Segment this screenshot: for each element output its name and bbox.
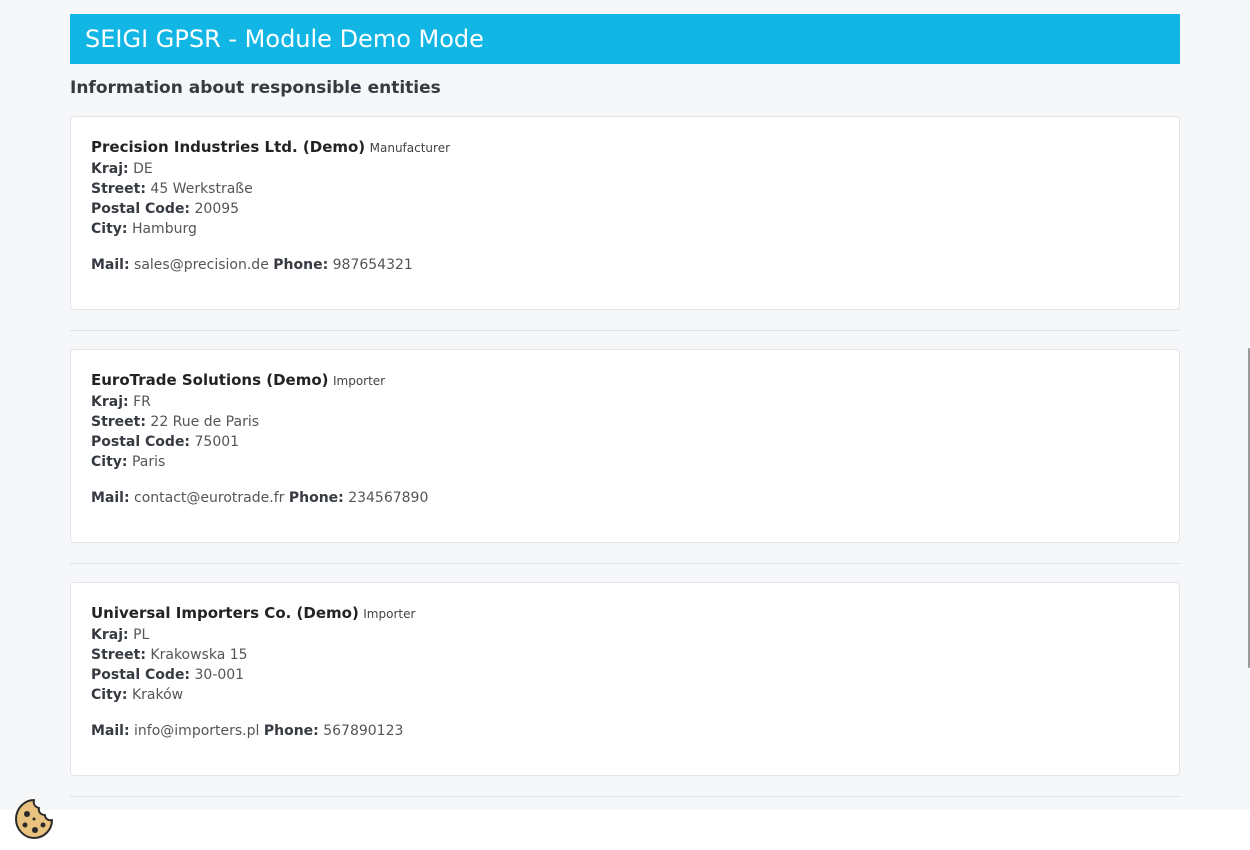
entity-card: Precision Industries Ltd. (Demo) Manufac…: [70, 116, 1180, 310]
country-label: Kraj:: [91, 394, 129, 410]
postal-value: 20095: [194, 201, 240, 217]
mail-value: info@importers.pl: [134, 723, 260, 739]
entity-role: Importer: [363, 607, 416, 621]
entity-card: Universal Importers Co. (Demo) Importer …: [70, 582, 1180, 776]
city-value: Kraków: [131, 687, 184, 703]
phone-label: Phone:: [273, 257, 329, 273]
entity-role: Manufacturer: [369, 141, 451, 155]
country-value: PL: [133, 627, 150, 643]
postal-value: 75001: [194, 434, 240, 450]
postal-value: 30-001: [194, 667, 245, 683]
divider: [70, 330, 1180, 331]
mail-label: Mail:: [91, 257, 130, 273]
city-label: City:: [91, 687, 128, 703]
phone-value: 234567890: [348, 490, 429, 506]
entity-role: Importer: [332, 374, 386, 388]
mail-label: Mail:: [91, 490, 130, 506]
street-label: Street:: [91, 414, 146, 430]
demo-mode-banner: SEIGI GPSR - Module Demo Mode: [70, 14, 1180, 64]
entity-name: Universal Importers Co. (Demo): [91, 604, 359, 622]
mail-label: Mail:: [91, 723, 130, 739]
city-label: City:: [91, 221, 128, 237]
entity-name: EuroTrade Solutions (Demo): [91, 371, 329, 389]
banner-title: SEIGI GPSR - Module Demo Mode: [85, 25, 484, 53]
postal-label: Postal Code:: [91, 434, 191, 450]
country-value: DE: [133, 161, 153, 177]
cookie-settings-button[interactable]: [13, 798, 55, 840]
bottom-bar: [0, 810, 1250, 850]
street-value: 22 Rue de Paris: [150, 414, 260, 430]
street-value: Krakowska 15: [150, 647, 248, 663]
mail-value: sales@precision.de: [134, 257, 269, 273]
street-label: Street:: [91, 181, 146, 197]
postal-label: Postal Code:: [91, 667, 191, 683]
street-label: Street:: [91, 647, 146, 663]
cookie-icon: [15, 799, 53, 839]
city-value: Paris: [131, 454, 166, 470]
mail-value: contact@eurotrade.fr: [134, 490, 285, 506]
entity-card: EuroTrade Solutions (Demo) Importer Kraj…: [70, 349, 1180, 543]
phone-value: 987654321: [332, 257, 413, 273]
country-value: FR: [133, 394, 151, 410]
entity-name: Precision Industries Ltd. (Demo): [91, 138, 366, 156]
city-label: City:: [91, 454, 128, 470]
gpsr-module: SEIGI GPSR - Module Demo Mode Informatio…: [70, 14, 1180, 797]
city-value: Hamburg: [131, 221, 197, 237]
divider: [70, 563, 1180, 564]
country-label: Kraj:: [91, 161, 129, 177]
country-label: Kraj:: [91, 627, 129, 643]
postal-label: Postal Code:: [91, 201, 191, 217]
street-value: 45 Werkstraße: [150, 181, 253, 197]
divider: [70, 796, 1180, 797]
phone-label: Phone:: [263, 723, 319, 739]
section-title: Information about responsible entities: [70, 78, 441, 98]
phone-label: Phone:: [288, 490, 344, 506]
phone-value: 567890123: [323, 723, 404, 739]
